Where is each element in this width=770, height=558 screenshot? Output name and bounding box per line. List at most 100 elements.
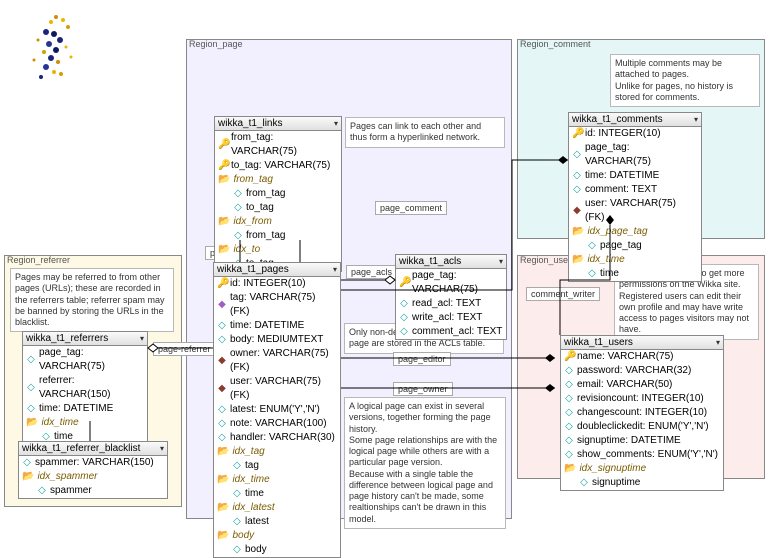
table-title: wikka_t1_pages	[217, 264, 289, 275]
table-column: ◇time: DATETIME	[23, 402, 147, 416]
region-comment-label: Region_comment	[520, 39, 591, 49]
table-title: wikka_t1_referrer_blacklist	[22, 443, 140, 454]
region-user-label: Region_user	[520, 255, 571, 265]
index-item: ◇to_tag	[215, 201, 341, 215]
table-column: 🔑page_tag: VARCHAR(75)	[396, 269, 506, 297]
table-column: ◇spammer: VARCHAR(150)	[19, 456, 167, 470]
index-item: ◇latest	[214, 515, 340, 529]
table-index: 📂idx_to	[215, 243, 341, 257]
folder-icon: 📂	[217, 501, 229, 515]
table-column: ◇body: MEDIUMTEXT	[214, 333, 340, 347]
region-page-label: Region_page	[189, 39, 243, 49]
table-column: ◆user: VARCHAR(75) (FK)	[214, 375, 340, 403]
note-referrer: Pages may be referred to from other page…	[10, 268, 174, 332]
table-index: 📂from_tag	[215, 173, 341, 187]
table-index: 📂body	[214, 529, 340, 543]
table-header[interactable]: wikka_t1_users ▾	[561, 336, 723, 350]
table-index: 📂idx_signuptime	[561, 462, 723, 476]
table-column: ◇time: DATETIME	[214, 319, 340, 333]
table-title: wikka_t1_comments	[572, 114, 663, 125]
table-column: ◇referrer: VARCHAR(150)	[23, 374, 147, 402]
table-column: ◇handler: VARCHAR(30)	[214, 431, 340, 445]
table-column: ◇note: VARCHAR(100)	[214, 417, 340, 431]
chevron-down-icon: ▾	[333, 265, 337, 274]
table-column: ◇comment: TEXT	[569, 183, 701, 197]
chevron-down-icon: ▾	[694, 115, 698, 124]
chevron-down-icon: ▾	[716, 338, 720, 347]
table-index: 📂idx_spammer	[19, 470, 167, 484]
table-column: ◆user: VARCHAR(75) (FK)	[569, 197, 701, 225]
table-index: 📂idx_from	[215, 215, 341, 229]
index-item: ◇body	[214, 543, 340, 557]
folder-icon: 📂	[22, 470, 34, 484]
table-column: ◇password: VARCHAR(32)	[561, 364, 723, 378]
table-column: ◇page_tag: VARCHAR(75)	[569, 141, 701, 169]
label-page-referrer: page-referrer	[153, 342, 216, 356]
index-item: ◇tag	[214, 459, 340, 473]
table-header[interactable]: wikka_t1_pages ▾	[214, 263, 340, 277]
table-column: ◇doubleclickedit: ENUM('Y','N')	[561, 420, 723, 434]
table-column: 🔑from_tag: VARCHAR(75)	[215, 131, 341, 159]
index-item: ◇signuptime	[561, 476, 723, 490]
folder-icon: 📂	[218, 215, 230, 229]
table-column: ◇latest: ENUM('Y','N')	[214, 403, 340, 417]
folder-icon: 📂	[564, 462, 576, 476]
table-acls[interactable]: wikka_t1_acls ▾ 🔑page_tag: VARCHAR(75)◇rea…	[395, 254, 507, 340]
table-column: ◆owner: VARCHAR(75) (FK)	[214, 347, 340, 375]
table-title: wikka_t1_acls	[399, 256, 461, 267]
table-column: ◆tag: VARCHAR(75) (FK)	[214, 291, 340, 319]
table-column: ◇read_acl: TEXT	[396, 297, 506, 311]
table-column: ◇time: DATETIME	[569, 169, 701, 183]
table-index: 📂idx_latest	[214, 501, 340, 515]
label-page-editor: page_editor	[393, 352, 451, 366]
table-header[interactable]: wikka_t1_referrer_blacklist ▾	[19, 442, 167, 456]
table-title: wikka_t1_links	[218, 118, 282, 129]
table-column: ◇email: VARCHAR(50)	[561, 378, 723, 392]
table-column: ◇write_acl: TEXT	[396, 311, 506, 325]
table-column: ◇page_tag: VARCHAR(75)	[23, 346, 147, 374]
table-column: 🔑name: VARCHAR(75)	[561, 350, 723, 364]
table-column: ◇revisioncount: INTEGER(10)	[561, 392, 723, 406]
folder-icon: 📂	[218, 173, 230, 187]
label-page-comment: page_comment	[375, 201, 447, 215]
folder-icon: 📂	[26, 416, 38, 430]
region-referrer-label: Region_referrer	[7, 255, 70, 265]
table-column: ◇comment_acl: TEXT	[396, 325, 506, 339]
table-pages[interactable]: wikka_t1_pages▾🔑id: INTEGER(10)◆tag: VAR…	[213, 262, 341, 558]
table-index: 📂idx_time	[23, 416, 147, 430]
folder-icon: 📂	[572, 225, 584, 239]
label-page-owner: page_owner	[393, 382, 453, 396]
table-column: ◇signuptime: DATETIME	[561, 434, 723, 448]
folder-icon: 📂	[217, 473, 229, 487]
folder-icon: 📂	[217, 445, 229, 459]
table-blacklist[interactable]: wikka_t1_referrer_blacklist ▾ ◇spammer: VA…	[18, 441, 168, 499]
table-header[interactable]: wikka_t1_comments ▾	[569, 113, 701, 127]
table-index: 📂idx_tag	[214, 445, 340, 459]
note-logical: A logical page can exist in several vers…	[344, 397, 506, 529]
table-index: 📂idx_time	[569, 253, 701, 267]
index-item: ◇spammer	[19, 484, 167, 498]
index-item: ◇page_tag	[569, 239, 701, 253]
table-header[interactable]: wikka_t1_links ▾	[215, 117, 341, 131]
folder-icon: 📂	[217, 529, 229, 543]
table-title: wikka_t1_users	[564, 337, 633, 348]
table-column: ◇changescount: INTEGER(10)	[561, 406, 723, 420]
index-item: ◇time	[569, 267, 701, 281]
table-index: 📂idx_time	[214, 473, 340, 487]
table-comments[interactable]: wikka_t1_comments▾🔑id: INTEGER(10)◇page_…	[568, 112, 702, 282]
table-header[interactable]: wikka_t1_acls ▾	[396, 255, 506, 269]
chevron-down-icon: ▾	[499, 257, 503, 266]
table-header[interactable]: wikka_t1_referrers▾	[23, 332, 147, 346]
index-item: ◇time	[214, 487, 340, 501]
table-index: 📂idx_page_tag	[569, 225, 701, 239]
table-title: wikka_t1_referrers	[26, 333, 108, 344]
chevron-down-icon: ▾	[334, 119, 338, 128]
folder-icon: 📂	[572, 253, 584, 267]
chevron-down-icon: ▾	[160, 444, 164, 453]
folder-icon: 📂	[218, 243, 230, 257]
table-column: ◇show_comments: ENUM('Y','N')	[561, 448, 723, 462]
label-comment-writer: comment_writer	[526, 287, 600, 301]
table-column: 🔑to_tag: VARCHAR(75)	[215, 159, 341, 173]
table-links[interactable]: wikka_t1_links ▾ 🔑from_tag: VARCHAR(75)🔑to…	[214, 116, 342, 272]
table-users[interactable]: wikka_t1_users ▾ 🔑name: VARCHAR(75)◇passwo…	[560, 335, 724, 491]
